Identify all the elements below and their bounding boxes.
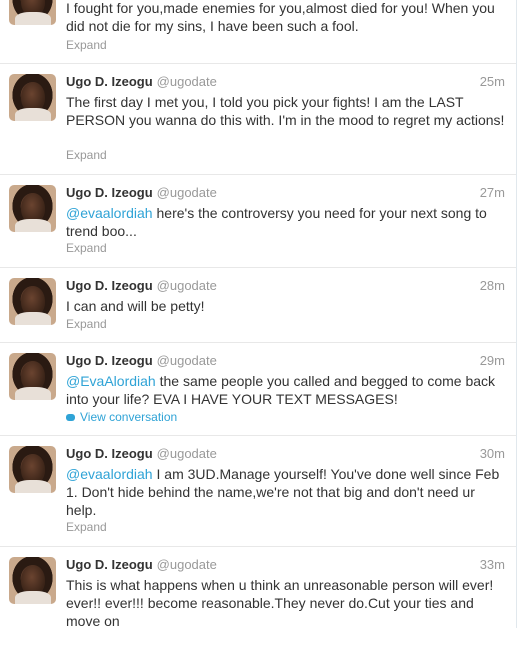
avatar[interactable] (9, 0, 56, 25)
user-handle[interactable]: @ugodate (157, 557, 217, 572)
tweet[interactable]: I fought for you,made enemies for you,al… (0, 0, 516, 64)
tweet-header: Ugo D. Izeogu @ugodate (66, 278, 217, 294)
tweet-header: Ugo D. Izeogu @ugodate (66, 353, 217, 369)
user-name[interactable]: Ugo D. Izeogu (66, 353, 153, 368)
expand-link[interactable]: Expand (66, 520, 107, 534)
tweet-text: @evaalordiah I am 3UD.Manage yourself! Y… (66, 465, 506, 519)
avatar[interactable] (9, 185, 56, 232)
tweet-text: This is what happens when u think an unr… (66, 577, 494, 629)
expand-link[interactable]: Expand (66, 38, 107, 52)
avatar[interactable] (9, 74, 56, 121)
avatar[interactable] (9, 278, 56, 325)
user-handle[interactable]: @ugodate (157, 185, 217, 200)
tweet[interactable]: Ugo D. Izeogu @ugodate 29m @EvaAlordiah t… (0, 343, 516, 436)
timestamp[interactable]: 25m (480, 74, 505, 89)
mention-link[interactable]: @evaalordiah (66, 466, 153, 482)
mention-link[interactable]: @evaalordiah (66, 205, 153, 221)
avatar[interactable] (9, 557, 56, 604)
tweet[interactable]: Ugo D. Izeogu @ugodate 27m @evaalordiah h… (0, 175, 516, 268)
user-name[interactable]: Ugo D. Izeogu (66, 278, 153, 293)
tweet[interactable]: Ugo D. Izeogu @ugodate 30m @evaalordiah I… (0, 436, 516, 547)
tweet[interactable]: Ugo D. Izeogu @ugodate 25m The first day … (0, 64, 516, 175)
user-handle[interactable]: @ugodate (157, 74, 217, 89)
view-conversation-label: View conversation (80, 410, 178, 424)
user-handle[interactable]: @ugodate (157, 353, 217, 368)
avatar[interactable] (9, 446, 56, 493)
tweet-text: I fought for you,made enemies for you,al… (66, 0, 495, 34)
timestamp[interactable]: 30m (480, 446, 505, 461)
user-handle[interactable]: @ugodate (157, 446, 217, 461)
view-conversation-link[interactable]: View conversation (66, 410, 177, 424)
tweet[interactable]: Ugo D. Izeogu @ugodate 33m This is what h… (0, 547, 516, 647)
tweet-header: Ugo D. Izeogu @ugodate (66, 446, 217, 462)
expand-link[interactable]: Expand (66, 148, 107, 162)
expand-link[interactable]: Expand (66, 317, 107, 331)
user-name[interactable]: Ugo D. Izeogu (66, 185, 153, 200)
timestamp[interactable]: 27m (480, 185, 505, 200)
timestamp[interactable]: 33m (480, 557, 505, 572)
timestamp[interactable]: 29m (480, 353, 505, 368)
tweet-header: Ugo D. Izeogu @ugodate (66, 185, 217, 201)
user-name[interactable]: Ugo D. Izeogu (66, 74, 153, 89)
tweet-text: @EvaAlordiah the same people you called … (66, 372, 506, 408)
tweet-text: The first day I met you, I told you pick… (66, 94, 505, 128)
user-handle[interactable]: @ugodate (157, 278, 217, 293)
tweet[interactable]: Ugo D. Izeogu @ugodate 28m I can and will… (0, 268, 516, 343)
avatar[interactable] (9, 353, 56, 400)
user-name[interactable]: Ugo D. Izeogu (66, 557, 153, 572)
timestamp[interactable]: 28m (480, 278, 505, 293)
expand-link[interactable]: Expand (66, 241, 107, 255)
speech-bubble-icon (66, 414, 75, 421)
tweet-text: I can and will be petty! (66, 298, 205, 314)
user-name[interactable]: Ugo D. Izeogu (66, 446, 153, 461)
tweet-header: Ugo D. Izeogu @ugodate (66, 74, 217, 90)
tweet-timeline: I fought for you,made enemies for you,al… (0, 0, 517, 629)
tweet-header: Ugo D. Izeogu @ugodate (66, 557, 217, 573)
tweet-text: @evaalordiah here's the controversy you … (66, 204, 506, 240)
mention-link[interactable]: @EvaAlordiah (66, 373, 156, 389)
